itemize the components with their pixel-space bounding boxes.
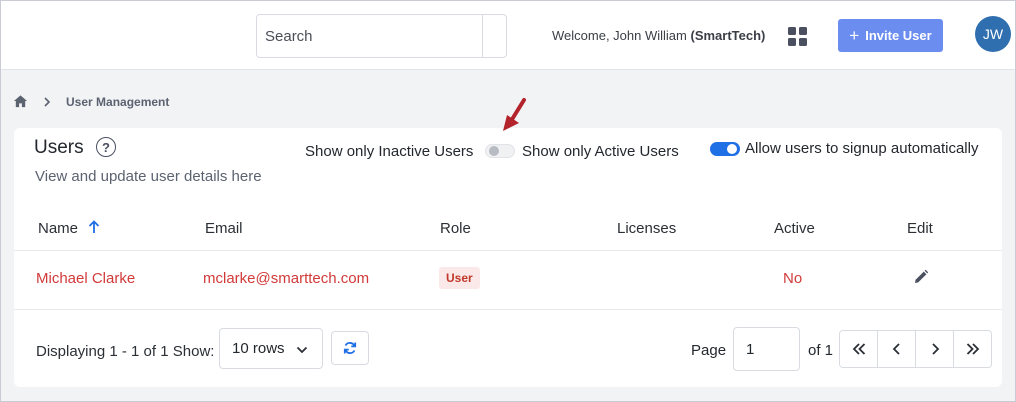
cell-name[interactable]: Michael Clarke: [36, 270, 135, 287]
cell-email: mclarke@smarttech.com: [203, 270, 370, 287]
previous-page-button[interactable]: [878, 331, 916, 367]
toggle-knob: [727, 144, 737, 154]
chevron-down-icon: [296, 346, 308, 354]
chevron-right-icon: [931, 343, 939, 355]
rows-per-page-value: 10 rows: [232, 340, 285, 357]
header-divider: [14, 250, 1002, 251]
role-badge: User: [439, 267, 480, 289]
page-title: Users: [34, 137, 84, 158]
cell-active: No: [783, 270, 803, 287]
home-icon[interactable]: [13, 94, 28, 109]
active-inactive-toggle[interactable]: [485, 144, 515, 158]
search-divider: [482, 15, 483, 57]
users-card: Users ? View and update user details her…: [14, 128, 1002, 387]
apps-grid-icon[interactable]: [788, 27, 807, 46]
displaying-count: Displaying 1 - 1 of 1 Show:: [36, 343, 214, 360]
page-label: Page: [691, 342, 727, 359]
avatar[interactable]: JW: [975, 16, 1011, 52]
inactive-users-label: Show only Inactive Users: [305, 143, 474, 160]
signup-label: Allow users to signup automatically: [745, 140, 979, 157]
displaying-text: Displaying 1 - 1 of 1: [36, 343, 169, 360]
show-label: Show:: [172, 343, 215, 360]
double-chevron-right-icon: [966, 343, 979, 355]
search-box[interactable]: [256, 14, 507, 58]
row-divider: [14, 309, 1002, 310]
column-header-name[interactable]: Name: [38, 220, 100, 237]
last-page-button[interactable]: [954, 331, 991, 367]
welcome-text: Welcome, John William (SmartTech): [552, 28, 765, 43]
signup-toggle[interactable]: [710, 142, 740, 156]
toggle-knob: [489, 146, 499, 156]
chevron-right-icon: [44, 96, 51, 107]
column-header-name-label: Name: [38, 220, 79, 237]
help-icon[interactable]: ?: [96, 137, 116, 157]
pagination-controls: [839, 330, 992, 368]
breadcrumb-current: User Management: [66, 94, 170, 109]
welcome-org: (SmartTech): [690, 28, 766, 43]
page-total: of 1: [808, 342, 834, 359]
chevron-left-icon: [892, 343, 900, 355]
column-header-email: Email: [205, 220, 243, 237]
refresh-button[interactable]: [331, 331, 369, 365]
invite-user-label: Invite User: [865, 28, 932, 43]
column-header-licenses: Licenses: [617, 220, 677, 237]
breadcrumb: User Management: [13, 94, 169, 109]
first-page-button[interactable]: [840, 331, 878, 367]
search-input[interactable]: [257, 15, 483, 57]
next-page-button[interactable]: [916, 331, 954, 367]
rows-per-page-select[interactable]: 10 rows: [219, 328, 323, 369]
refresh-icon: [343, 342, 357, 354]
invite-user-button[interactable]: + Invite User: [838, 19, 943, 52]
annotation-arrow-icon: [503, 98, 526, 131]
plus-icon: +: [849, 26, 860, 45]
welcome-user: Welcome, John William: [552, 28, 687, 43]
double-chevron-left-icon: [852, 343, 865, 355]
sort-ascending-icon[interactable]: [88, 220, 100, 234]
active-users-label: Show only Active Users: [522, 143, 679, 160]
column-header-role: Role: [440, 220, 471, 237]
column-header-active: Active: [774, 220, 815, 237]
top-bar: Welcome, John William (SmartTech) + Invi…: [1, 1, 1015, 70]
edit-pencil-icon[interactable]: [913, 269, 929, 285]
page-number-input[interactable]: [733, 327, 800, 371]
column-header-edit: Edit: [907, 220, 933, 237]
page-subtitle: View and update user details here: [35, 168, 262, 185]
